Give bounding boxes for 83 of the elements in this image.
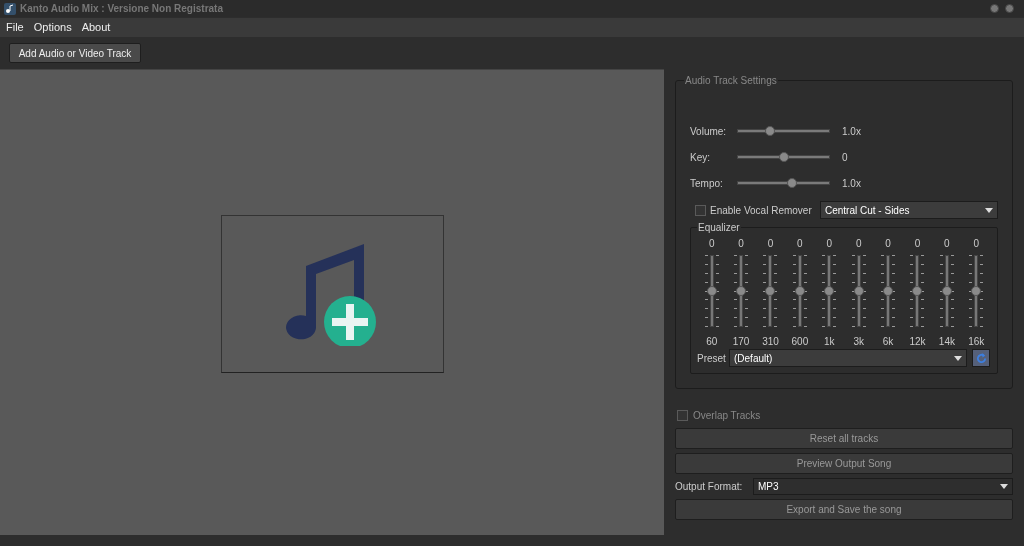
equalizer-slider[interactable] <box>763 255 778 327</box>
equalizer-thumb[interactable] <box>736 286 747 296</box>
band-value: 0 <box>973 237 980 251</box>
band-value: 0 <box>944 237 950 251</box>
group-title: Equalizer <box>697 221 741 235</box>
band-frequency: 14k <box>938 335 955 349</box>
checkbox[interactable] <box>695 204 706 216</box>
close-button[interactable] <box>1005 4 1014 13</box>
equalizer-thumb[interactable] <box>765 286 776 296</box>
slider[interactable] <box>737 125 830 137</box>
format-label: Output Format: <box>675 480 744 494</box>
minimize-button[interactable] <box>990 4 999 13</box>
equalizer-thumb[interactable] <box>824 286 835 296</box>
caret-icon <box>985 207 993 213</box>
slider-thumb[interactable] <box>764 126 775 136</box>
band-value: 0 <box>767 237 774 251</box>
band-value: 0 <box>708 237 715 251</box>
caret-icon <box>954 355 962 361</box>
band-frequency: 170 <box>732 335 750 349</box>
dropdown-value: Central Cut - Sides <box>825 203 910 218</box>
band-frequency: 12k <box>909 335 926 349</box>
mode-dropdown[interactable]: Central Cut - Sides <box>820 201 998 219</box>
equalizer-slider[interactable] <box>969 255 984 327</box>
band-frequency: 1k <box>824 335 835 349</box>
slider-thumb[interactable] <box>786 178 797 188</box>
dropdown-value: (Default) <box>734 351 773 366</box>
preview-button[interactable]: Preview Output Song <box>675 453 1013 474</box>
caret-icon <box>1000 484 1008 489</box>
refresh-icon <box>975 352 987 364</box>
slider-reading: 1.0x <box>842 124 861 139</box>
window-title: Kanto Audio Mix : Versione Non Registrata <box>20 2 223 16</box>
slider-label: Volume: <box>690 124 728 139</box>
equalizer-slider[interactable] <box>734 255 749 327</box>
menu-item[interactable]: About <box>79 19 113 36</box>
equalizer-slider[interactable] <box>881 255 896 327</box>
equalizer-thumb[interactable] <box>971 286 982 296</box>
slider-thumb[interactable] <box>778 152 789 162</box>
equalizer-slider[interactable] <box>822 255 837 327</box>
equalizer-slider[interactable] <box>704 255 719 327</box>
band-value: 0 <box>738 237 744 251</box>
group-title: Audio Track Settings <box>684 74 778 88</box>
equalizer-slider[interactable] <box>939 255 954 327</box>
band-value: 0 <box>885 237 891 251</box>
format-dropdown[interactable]: MP3 <box>753 478 1013 495</box>
reset-icon-button[interactable] <box>972 349 990 367</box>
band-frequency: 6k <box>882 335 894 349</box>
slider-reading: 1.0x <box>842 176 861 191</box>
dropdown-value: MP3 <box>758 480 779 494</box>
slider[interactable] <box>737 177 830 189</box>
slider[interactable] <box>737 151 830 163</box>
preset-dropdown[interactable]: (Default) <box>729 349 967 367</box>
checkbox[interactable] <box>677 410 688 421</box>
drop-placeholder[interactable] <box>220 214 444 373</box>
reset-button[interactable]: Reset all tracks <box>675 428 1013 449</box>
band-value: 0 <box>855 237 862 251</box>
band-frequency: 16k <box>968 335 985 349</box>
equalizer-thumb[interactable] <box>794 286 805 296</box>
band-frequency: 60 <box>706 335 718 349</box>
band-value: 0 <box>826 237 833 251</box>
slider-label: Tempo: <box>690 176 724 191</box>
preset-label: Preset <box>697 351 727 366</box>
band-frequency: 3k <box>853 335 864 349</box>
equalizer-thumb[interactable] <box>706 286 717 296</box>
equalizer-thumb[interactable] <box>853 286 864 296</box>
export-button[interactable]: Export and Save the song <box>675 499 1013 520</box>
menu-item[interactable]: Options <box>31 19 74 36</box>
band-frequency: 600 <box>791 335 809 349</box>
app-icon <box>4 2 16 15</box>
equalizer-slider[interactable] <box>792 255 807 327</box>
equalizer-thumb[interactable] <box>941 286 952 296</box>
slider-label: Key: <box>690 150 711 165</box>
equalizer-slider[interactable] <box>851 255 866 327</box>
checkbox-label: Overlap Tracks <box>693 409 761 423</box>
band-value: 0 <box>914 237 921 251</box>
checkbox-label: Enable Vocal Remover <box>710 203 813 218</box>
band-value: 0 <box>797 237 803 251</box>
menu-item[interactable]: File <box>4 19 26 36</box>
add-track-button[interactable]: Add Audio or Video Track <box>9 43 141 63</box>
equalizer-slider[interactable] <box>910 255 925 327</box>
slider-reading: 0 <box>842 150 848 165</box>
equalizer-thumb[interactable] <box>883 286 894 296</box>
equalizer-thumb[interactable] <box>912 286 923 296</box>
band-frequency: 310 <box>762 335 779 349</box>
